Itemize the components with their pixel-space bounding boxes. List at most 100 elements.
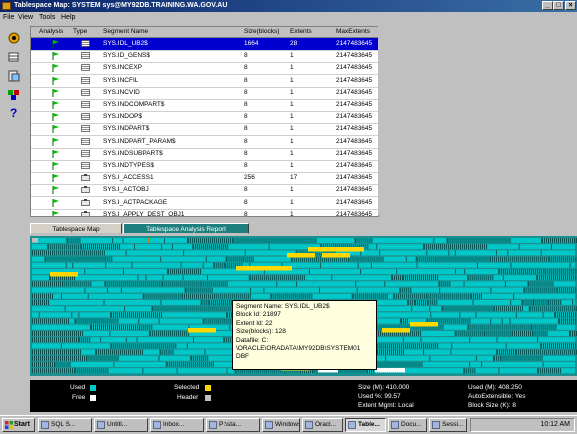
col-segment-name[interactable]: Segment Name — [103, 28, 148, 35]
taskbar-button[interactable]: SQL S... — [38, 418, 92, 432]
col-type[interactable]: Type — [73, 28, 87, 35]
table-row[interactable]: SYS.I_ACCESS1256172147483645 — [31, 172, 378, 185]
map-block-divider — [98, 350, 99, 355]
menu-tools[interactable]: Tools — [39, 14, 55, 21]
map-extent-divider — [376, 244, 377, 249]
taskbar-button[interactable]: P:\sta... — [206, 418, 260, 432]
tablespace-icon[interactable] — [7, 50, 21, 64]
map-block-divider — [162, 331, 163, 336]
map-block-divider — [227, 244, 228, 249]
tab-analysis-report[interactable]: Tablespace Analysis Report — [123, 223, 249, 234]
table-row[interactable]: SYS.I_ACTPACKAGE812147483645 — [31, 197, 378, 210]
analyze-icon[interactable] — [7, 87, 21, 101]
map-block-divider — [367, 294, 368, 299]
taskbar-button[interactable]: Oracl... — [302, 418, 343, 432]
map-block-divider — [407, 343, 408, 348]
map-block-divider — [58, 362, 59, 367]
table-row[interactable]: SYS.INDTYPES$812147483645 — [31, 160, 378, 173]
col-maxextents[interactable]: MaxExtents — [336, 28, 370, 35]
menu-file[interactable]: File — [3, 14, 14, 21]
maximize-button[interactable]: □ — [553, 1, 564, 10]
map-extent-divider — [45, 257, 46, 262]
map-block-divider — [551, 257, 552, 262]
table-row[interactable]: SYS.INCVID812147483645 — [31, 87, 378, 100]
cell-size: 1664 — [244, 40, 258, 47]
map-block-divider — [218, 238, 219, 243]
map-block-divider — [56, 250, 57, 255]
map-block-divider — [400, 275, 401, 280]
table-row[interactable]: SYS.INDPART_PARAM$812147483645 — [31, 136, 378, 149]
table-row[interactable]: SYS.I_APPLY_DEST_OBJ1812147483645 — [31, 209, 378, 217]
map-block-divider — [452, 306, 453, 311]
map-block-divider — [101, 368, 102, 373]
map-block-divider — [556, 350, 557, 355]
table-row[interactable]: SYS.INCFIL812147483645 — [31, 75, 378, 88]
map-block-divider — [500, 306, 501, 311]
map-block-divider — [32, 337, 33, 342]
table-row[interactable]: SYS.INDSUBPART$812147483645 — [31, 148, 378, 161]
map-block-divider — [538, 288, 539, 293]
map-block-divider — [95, 319, 96, 324]
map-block-divider — [480, 306, 481, 311]
map-block-divider — [179, 362, 180, 367]
map-block-divider — [551, 275, 552, 280]
taskbar-button[interactable]: Untitl... — [94, 418, 148, 432]
tab-tablespace-map[interactable]: Tablespace Map — [30, 223, 122, 234]
menu-help[interactable]: Help — [61, 14, 75, 21]
map-block-divider — [512, 331, 513, 336]
taskbar-button[interactable]: Docu... — [388, 418, 427, 432]
map-block-divider — [84, 257, 85, 262]
map-block-divider — [403, 350, 404, 355]
map-block-divider — [208, 288, 209, 293]
table-row[interactable]: SYS.ID_GENS$812147483645 — [31, 50, 378, 63]
table-row[interactable]: SYS.INCEXP812147483645 — [31, 62, 378, 75]
window-title: Tablespace Map: SYSTEM sys@MY92DB.TRAINI… — [14, 0, 227, 12]
help-icon[interactable]: ? — [7, 105, 21, 119]
system-tray: 10:12 AM — [470, 418, 575, 432]
map-block-divider — [34, 356, 35, 361]
map-block-divider — [34, 337, 35, 342]
map-block-divider — [125, 343, 126, 348]
map-block-divider — [564, 238, 565, 243]
map-block-divider — [74, 281, 75, 286]
taskbar-button[interactable]: Table... — [345, 418, 386, 432]
taskbar-button[interactable]: Windows — [262, 418, 300, 432]
minimize-button[interactable]: _ — [542, 1, 553, 10]
cell-maxextents: 2147483645 — [336, 113, 372, 120]
map-selected-extent — [50, 272, 78, 277]
menu-view[interactable]: View — [18, 14, 33, 21]
map-block-divider — [464, 238, 465, 243]
map-block-divider — [193, 362, 194, 367]
map-block-divider — [115, 325, 116, 330]
map-block-divider — [565, 312, 566, 317]
map-block-divider — [539, 300, 540, 305]
col-extents[interactable]: Extents — [290, 28, 312, 35]
map-block-divider — [105, 325, 106, 330]
map-block-divider — [87, 368, 88, 373]
map-block-divider — [149, 325, 150, 330]
table-row[interactable]: SYS.INDPART$812147483645 — [31, 123, 378, 136]
taskbar-button[interactable]: Sessi... — [429, 418, 467, 432]
map-block-divider — [540, 350, 541, 355]
map-block-divider — [496, 331, 497, 336]
map-selected-extent — [287, 253, 315, 258]
refresh-icon[interactable] — [7, 31, 21, 45]
start-button[interactable]: Start — [2, 418, 35, 432]
datafile-icon[interactable] — [7, 69, 21, 83]
map-block-divider — [492, 306, 493, 311]
table-row[interactable]: SYS.INDOP$812147483645 — [31, 111, 378, 124]
map-extent-divider — [181, 263, 182, 268]
map-block-divider — [184, 281, 185, 286]
table-row[interactable]: SYS.INDCOMPART$812147483645 — [31, 99, 378, 112]
col-analysis[interactable]: Analysis — [39, 28, 63, 35]
close-button[interactable]: × — [565, 1, 576, 10]
map-block-divider — [492, 238, 493, 243]
table-row[interactable]: SYS.I_ACTOBJ812147483645 — [31, 184, 378, 197]
map-block-divider — [357, 238, 358, 243]
taskbar-button[interactable]: Inbox... — [150, 418, 204, 432]
map-block-divider — [209, 281, 210, 286]
col-size[interactable]: Size(blocks) — [244, 28, 279, 35]
table-row[interactable]: SYS.IDL_UB2$1664282147483645 — [31, 38, 378, 51]
map-block-divider — [498, 238, 499, 243]
legend-used-m: Used (M): 408.250 — [468, 384, 522, 391]
